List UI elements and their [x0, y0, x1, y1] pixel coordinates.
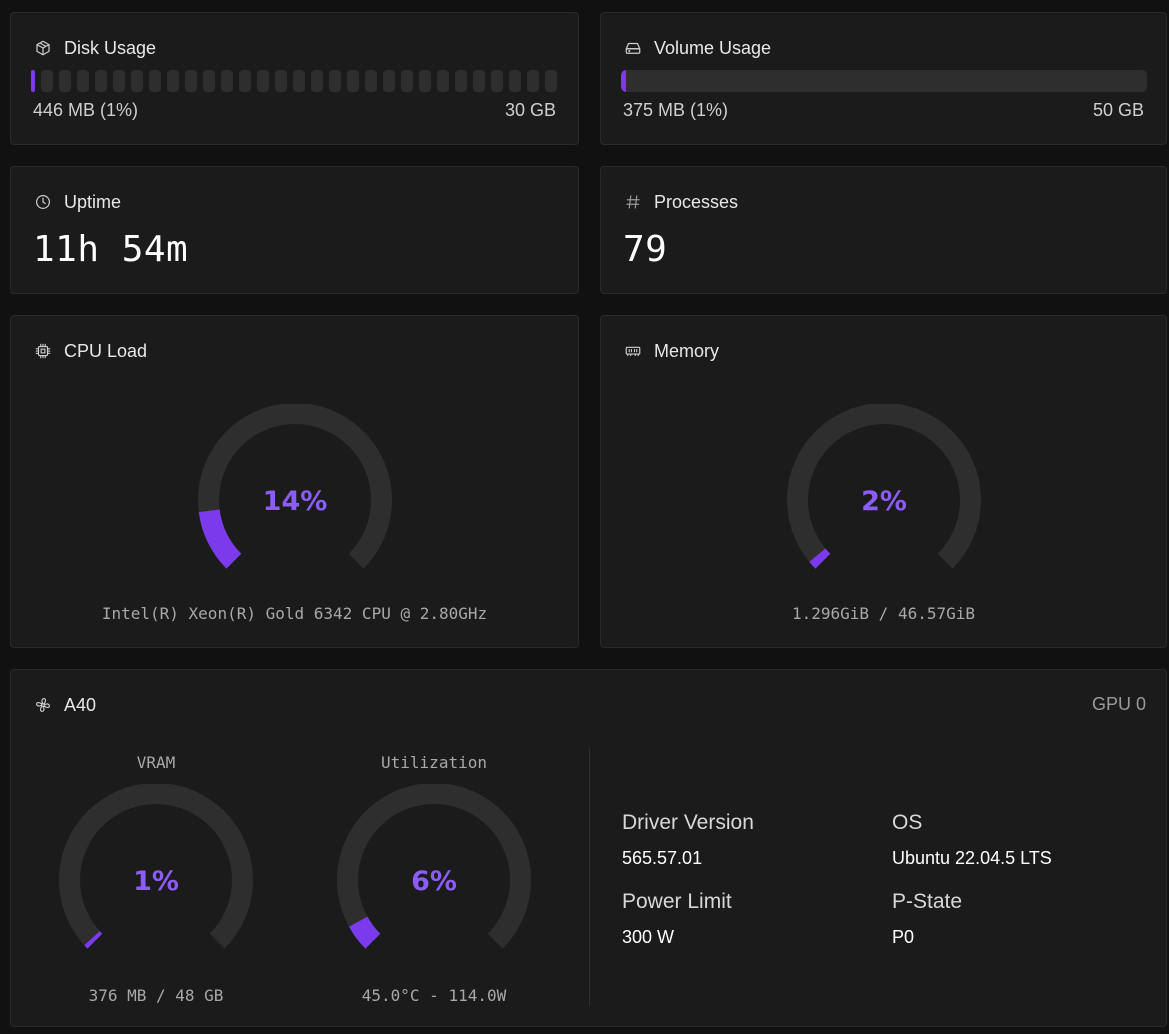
p-state-value: P0 — [892, 927, 915, 947]
disk-segment — [491, 70, 503, 92]
processes-title: Processes — [654, 191, 739, 212]
cpu-load-header: CPU Load — [33, 338, 147, 364]
cpu-icon — [33, 341, 53, 361]
hard-drive-icon — [623, 38, 643, 58]
disk-segment — [509, 70, 521, 92]
memory-stick-icon — [623, 341, 643, 361]
utilization-gauge-percent-label: 6% — [411, 866, 457, 897]
driver-version-value: 565.57.01 — [622, 848, 703, 868]
memory-gauge-value-arc — [809, 548, 831, 569]
volume-usage-title: Volume Usage — [654, 37, 772, 58]
disk-segment — [275, 70, 287, 92]
volume-usage-header: Volume Usage — [623, 35, 771, 61]
package-icon — [33, 38, 53, 58]
disk-segment — [41, 70, 53, 92]
driver-version-label: Driver Version — [622, 811, 754, 834]
disk-segment — [347, 70, 359, 92]
disk-segment — [167, 70, 179, 92]
gpu-index-tag: GPU 0 — [1091, 694, 1146, 714]
cpu-gauge-percent-label: 14% — [263, 486, 328, 517]
disk-segment — [383, 70, 395, 92]
disk-segment — [365, 70, 377, 92]
disk-usage-title: Disk Usage — [64, 37, 157, 58]
disk-segment — [257, 70, 269, 92]
disk-segment — [95, 70, 107, 92]
disk-segment — [293, 70, 305, 92]
processes-header: Processes — [623, 189, 738, 215]
vram-caption: 376 MB / 48 GB — [88, 986, 224, 1005]
memory-title: Memory — [654, 340, 720, 361]
vram-gauge: 1% — [59, 784, 253, 949]
processes-value: 79 — [623, 229, 668, 270]
disk-segment-filled — [31, 70, 35, 92]
disk-segment — [527, 70, 539, 92]
utilization-caption: 45.0°C - 114.0W — [361, 986, 507, 1005]
disk-segment — [203, 70, 215, 92]
uptime-header: Uptime — [33, 189, 121, 215]
disk-segment — [221, 70, 233, 92]
disk-segment — [59, 70, 71, 92]
os-label: OS — [892, 811, 923, 834]
memory-caption: 1.296GiB / 46.57GiB — [791, 604, 976, 623]
disk-segment — [473, 70, 485, 92]
gpu-card: A40 GPU 0 VRAM 1% 376 MB / 48 GB Utiliza… — [10, 669, 1167, 1027]
disk-usage-card: Disk Usage 446 MB (1%) 30 GB — [10, 12, 579, 145]
cpu-load-card: CPU Load 14% Intel(R) Xeon(R) Gold 6342 … — [10, 315, 579, 648]
utilization-heading: Utilization — [381, 753, 487, 772]
vram-gauge-percent-label: 1% — [133, 866, 179, 897]
disk-segment — [131, 70, 143, 92]
disk-segment — [149, 70, 161, 92]
memory-gauge-percent-label: 2% — [861, 486, 907, 517]
power-limit-label: Power Limit — [622, 890, 732, 913]
disk-segment — [401, 70, 413, 92]
utilization-gauge-value-arc — [349, 916, 381, 949]
cpu-model-caption: Intel(R) Xeon(R) Gold 6342 CPU @ 2.80GHz — [101, 604, 488, 623]
vram-gauge-value-arc — [84, 931, 103, 949]
disk-segment — [419, 70, 431, 92]
volume-total-value: 50 GB — [1092, 100, 1144, 120]
memory-header: Memory — [623, 338, 719, 364]
disk-segment — [239, 70, 251, 92]
gpu-header: A40 — [33, 692, 96, 718]
disk-usage-bar — [31, 70, 557, 92]
disk-segment — [545, 70, 557, 92]
uptime-value: 11h 54m — [33, 229, 189, 270]
volume-usage-fill — [621, 70, 627, 92]
memory-gauge: 2% — [787, 404, 981, 569]
memory-card: Memory 2% 1.296GiB / 46.57GiB — [600, 315, 1167, 648]
uptime-title: Uptime — [64, 191, 122, 212]
fan-icon — [33, 695, 53, 715]
utilization-gauge: 6% — [337, 784, 531, 949]
processes-card: Processes 79 — [600, 166, 1167, 294]
disk-usage-header: Disk Usage — [33, 35, 156, 61]
os-value: Ubuntu 22.04.5 LTS — [892, 848, 1052, 868]
disk-segment — [455, 70, 467, 92]
power-limit-value: 300 W — [622, 927, 675, 947]
disk-segment — [113, 70, 125, 92]
cpu-gauge: 14% — [198, 404, 392, 569]
clock-icon — [33, 192, 53, 212]
volume-usage-bar — [621, 70, 1147, 92]
gpu-divider — [589, 748, 590, 1006]
volume-used-value: 375 MB (1%) — [623, 100, 729, 120]
uptime-card: Uptime 11h 54m — [10, 166, 579, 294]
gpu-title: A40 — [64, 694, 97, 715]
cpu-load-title: CPU Load — [64, 340, 148, 361]
disk-segment — [311, 70, 323, 92]
hash-icon — [623, 192, 643, 212]
disk-segment — [77, 70, 89, 92]
vram-heading: VRAM — [136, 753, 176, 772]
volume-usage-card: Volume Usage 375 MB (1%) 50 GB — [600, 12, 1167, 145]
disk-segment — [437, 70, 449, 92]
disk-segment — [329, 70, 341, 92]
p-state-label: P-State — [892, 890, 963, 913]
disk-total-value: 30 GB — [504, 100, 556, 120]
cpu-gauge-value-arc — [198, 509, 242, 569]
disk-used-value: 446 MB (1%) — [33, 100, 139, 120]
disk-segment — [185, 70, 197, 92]
